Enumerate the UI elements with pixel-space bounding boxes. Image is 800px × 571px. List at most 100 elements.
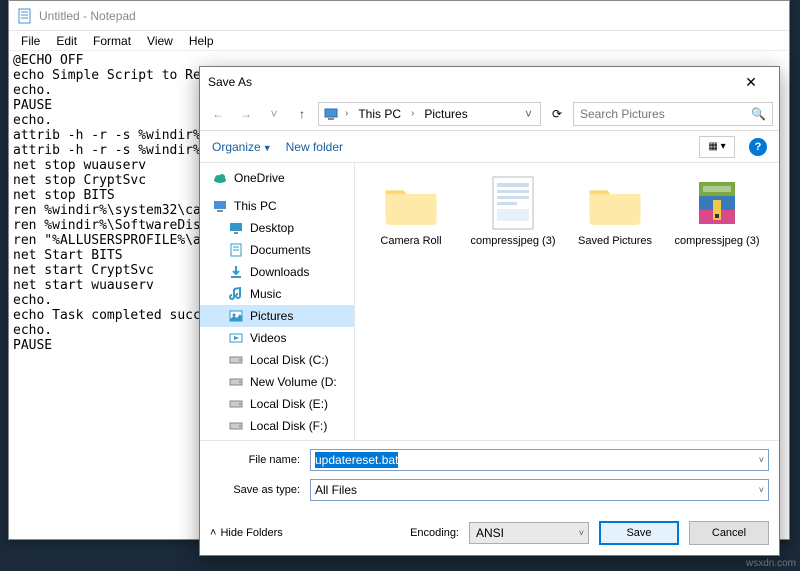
- folder-icon: [379, 175, 443, 231]
- back-button[interactable]: ←: [206, 102, 230, 126]
- notepad-title: Untitled - Notepad: [39, 9, 136, 23]
- watermark: wsxdn.com: [746, 558, 796, 569]
- tree-item-label: Local Disk (C:): [250, 353, 329, 367]
- tree-item-label: New Volume (D:: [250, 375, 337, 389]
- notepad-menubar: File Edit Format View Help: [9, 31, 789, 51]
- tree-item-label: Downloads: [250, 265, 309, 279]
- cancel-button[interactable]: Cancel: [689, 521, 769, 545]
- breadcrumb-dropdown[interactable]: ˅: [521, 107, 536, 121]
- file-item[interactable]: Camera Roll: [363, 171, 459, 281]
- breadcrumb[interactable]: › This PC › Pictures ˅: [318, 102, 541, 126]
- filename-input[interactable]: updatereset.bat ˅: [310, 449, 769, 471]
- encoding-value: ANSI: [476, 526, 504, 540]
- tree-item-downloads[interactable]: Downloads: [200, 261, 354, 283]
- disk-icon: [228, 418, 244, 434]
- disk-icon: [228, 396, 244, 412]
- search-box[interactable]: 🔍: [573, 102, 773, 126]
- chevron-down-icon[interactable]: ˅: [759, 455, 764, 465]
- close-button[interactable]: ✕: [731, 68, 771, 96]
- tree-item-label: Local Disk (E:): [250, 397, 328, 411]
- refresh-button[interactable]: ⟳: [545, 102, 569, 126]
- tree-item-local-disk-f-[interactable]: Local Disk (F:): [200, 415, 354, 437]
- desktop-icon: [228, 220, 244, 236]
- tree-item-label: Documents: [250, 243, 311, 257]
- dialog-main: OneDrive This PC Desktop Documents Downloads…: [200, 163, 779, 440]
- disk-icon: [228, 374, 244, 390]
- tree-item-pictures[interactable]: Pictures: [200, 305, 354, 327]
- chevron-down-icon[interactable]: ˅: [759, 485, 764, 495]
- dialog-navbar: ← → ˅ ↑ › This PC › Pictures ˅ ⟳ 🔍: [200, 97, 779, 131]
- chevron-up-icon: ˄: [210, 527, 216, 539]
- close-icon: ✕: [745, 74, 757, 91]
- help-icon: ?: [755, 141, 762, 153]
- tree-item-documents[interactable]: Documents: [200, 239, 354, 261]
- breadcrumb-thispc[interactable]: This PC: [354, 105, 405, 123]
- folder-icon: [583, 175, 647, 231]
- tree-item-onedrive[interactable]: OneDrive: [200, 167, 354, 189]
- chevron-down-icon: ▼: [263, 143, 272, 153]
- breadcrumb-pictures[interactable]: Pictures: [420, 105, 471, 123]
- menu-file[interactable]: File: [15, 32, 46, 50]
- dialog-title: Save As: [208, 75, 731, 89]
- tree-item-label: OneDrive: [234, 171, 285, 185]
- encoding-label: Encoding:: [410, 527, 459, 539]
- tree-item-local-disk-c-[interactable]: Local Disk (C:): [200, 349, 354, 371]
- up-button[interactable]: ↑: [290, 102, 314, 126]
- rar-icon: [685, 175, 749, 231]
- menu-help[interactable]: Help: [183, 32, 220, 50]
- filename-value: updatereset.bat: [315, 452, 398, 468]
- forward-button[interactable]: →: [234, 102, 258, 126]
- help-button[interactable]: ?: [749, 138, 767, 156]
- organize-button[interactable]: Organize▼: [212, 140, 272, 154]
- view-icon: ▦ ▾: [708, 141, 725, 152]
- menu-format[interactable]: Format: [87, 32, 137, 50]
- recent-dropdown[interactable]: ˅: [262, 102, 286, 126]
- search-icon: 🔍: [751, 107, 766, 121]
- tree-item-local-disk-e-[interactable]: Local Disk (E:): [200, 393, 354, 415]
- dialog-fields: File name: updatereset.bat ˅ Save as typ…: [200, 440, 779, 513]
- navigation-tree[interactable]: OneDrive This PC Desktop Documents Downloads…: [200, 163, 355, 440]
- file-label: compressjpeg (3): [471, 235, 556, 248]
- tree-item-videos[interactable]: Videos: [200, 327, 354, 349]
- file-label: Camera Roll: [380, 235, 441, 248]
- view-options-button[interactable]: ▦ ▾: [699, 136, 735, 158]
- doc-icon: [481, 175, 545, 231]
- chevron-down-icon: ˅: [270, 107, 277, 121]
- new-folder-button[interactable]: New folder: [286, 140, 343, 154]
- save-button[interactable]: Save: [599, 521, 679, 545]
- down-icon: [228, 264, 244, 280]
- search-input[interactable]: [580, 107, 751, 121]
- tree-item-label: Videos: [250, 331, 286, 345]
- arrow-left-icon: ←: [212, 107, 224, 121]
- tree-item-this-pc[interactable]: This PC: [200, 195, 354, 217]
- save-as-dialog: Save As ✕ ← → ˅ ↑ › This PC › Pictures ˅…: [199, 66, 780, 556]
- saveastype-value: All Files: [315, 483, 357, 497]
- notepad-titlebar[interactable]: Untitled - Notepad: [9, 1, 789, 31]
- tree-item-label: Desktop: [250, 221, 294, 235]
- chevron-right-icon: ›: [341, 108, 352, 119]
- file-item[interactable]: compressjpeg (3): [669, 171, 765, 281]
- file-item[interactable]: Saved Pictures: [567, 171, 663, 281]
- dialog-titlebar[interactable]: Save As ✕: [200, 67, 779, 97]
- arrow-right-icon: →: [240, 107, 252, 121]
- notepad-icon: [17, 8, 33, 24]
- tree-item-label: Pictures: [250, 309, 293, 323]
- pc-icon: [323, 106, 339, 122]
- dialog-toolbar: Organize▼ New folder ▦ ▾ ?: [200, 131, 779, 163]
- tree-item-label: This PC: [234, 199, 277, 213]
- tree-item-desktop[interactable]: Desktop: [200, 217, 354, 239]
- menu-edit[interactable]: Edit: [50, 32, 83, 50]
- hide-folders-button[interactable]: ˄ Hide Folders: [210, 527, 283, 539]
- tree-item-music[interactable]: Music: [200, 283, 354, 305]
- file-item[interactable]: compressjpeg (3): [465, 171, 561, 281]
- file-list[interactable]: Camera Rollcompressjpeg (3)Saved Picture…: [355, 163, 779, 440]
- music-icon: [228, 286, 244, 302]
- disk-icon: [228, 352, 244, 368]
- saveastype-select[interactable]: All Files ˅: [310, 479, 769, 501]
- encoding-select[interactable]: ANSI ˅: [469, 522, 589, 544]
- saveastype-label: Save as type:: [210, 484, 310, 496]
- tree-item-new-volume-d-[interactable]: New Volume (D:: [200, 371, 354, 393]
- video-icon: [228, 330, 244, 346]
- menu-view[interactable]: View: [141, 32, 179, 50]
- tree-item-label: Music: [250, 287, 281, 301]
